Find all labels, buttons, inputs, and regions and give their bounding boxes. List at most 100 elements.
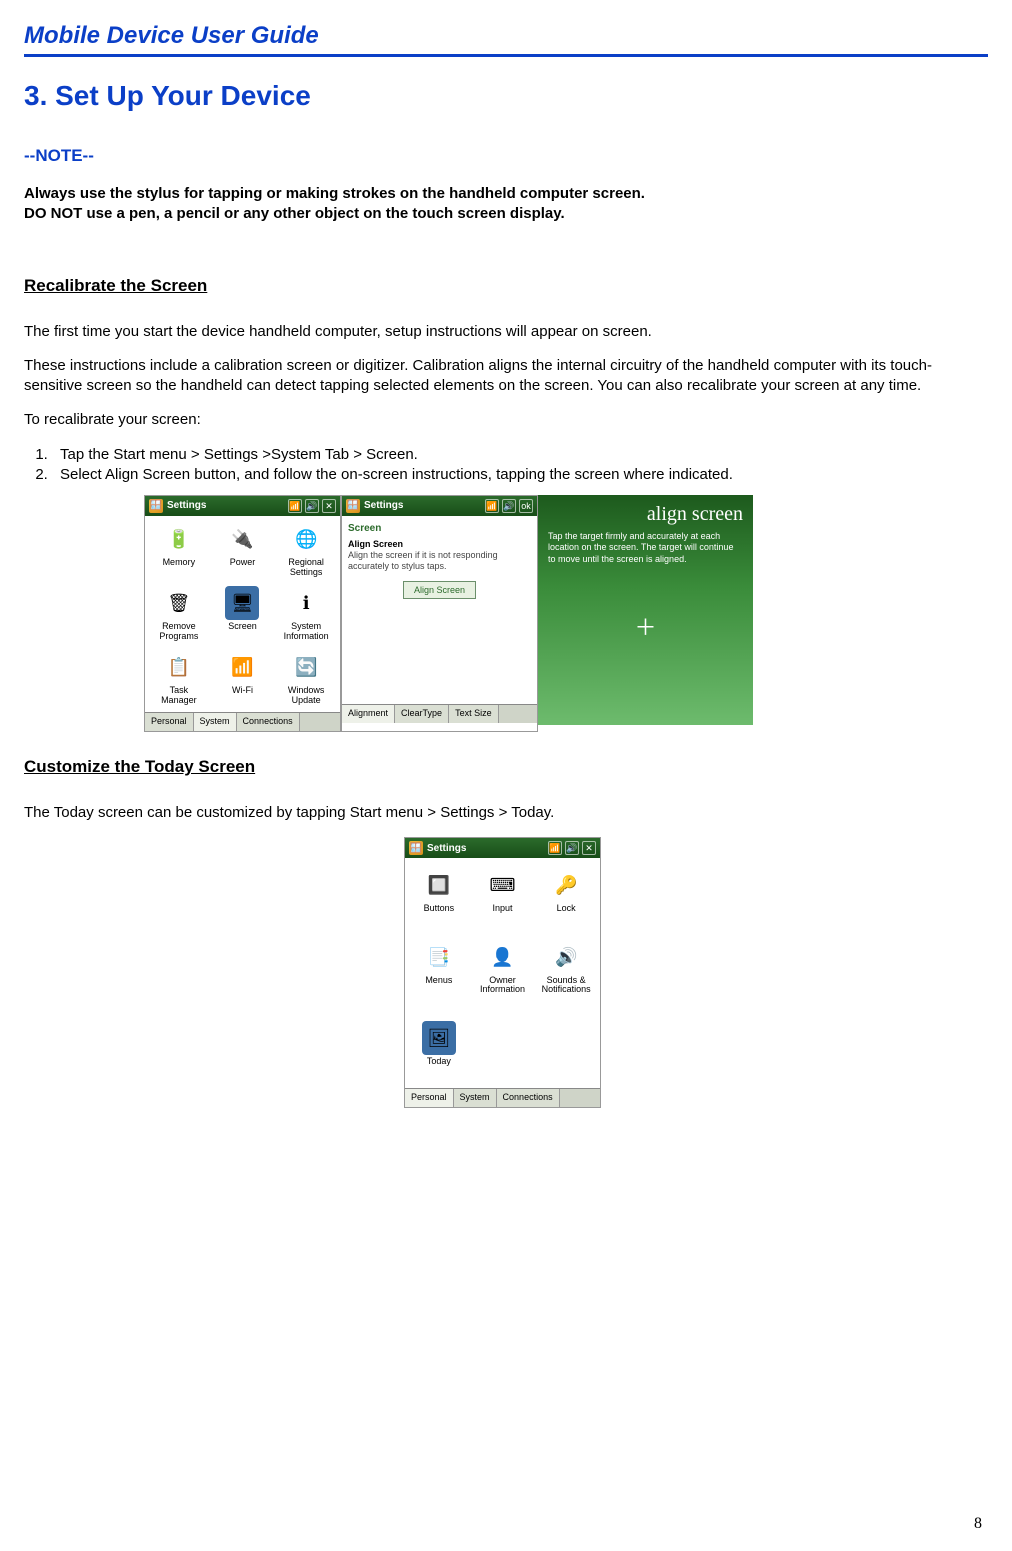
section-today-heading: Customize the Today Screen bbox=[24, 756, 988, 779]
device-align-target[interactable]: align screen Tap the target firmly and a… bbox=[538, 495, 753, 725]
app-sysinfo[interactable]: ℹ System Information bbox=[274, 586, 338, 646]
memory-label: Memory bbox=[163, 558, 196, 567]
signal-icon: 📶 bbox=[548, 841, 562, 855]
tab-personal[interactable]: Personal bbox=[145, 713, 194, 731]
recal-steps: Tap the Start menu > Settings >System Ta… bbox=[24, 445, 988, 486]
recal-para-1: The first time you start the device hand… bbox=[24, 322, 988, 342]
chapter-title: 3. Set Up Your Device bbox=[24, 77, 988, 115]
steps-label: To recalibrate your screen: bbox=[24, 410, 988, 430]
device-settings-personal: 🪟 Settings 📶 🔊 ✕ 🔲 Buttons ⌨Input 🔑 Lock 📑 Men… bbox=[404, 837, 601, 1108]
app-input[interactable]: ⌨Input bbox=[471, 868, 535, 926]
wm-titlebar-2: 🪟 Settings 📶 🔊 ok bbox=[342, 496, 537, 516]
panel-desc: Align the screen if it is not responding… bbox=[348, 550, 531, 572]
menus-label: Menus bbox=[425, 976, 452, 985]
app-buttons[interactable]: 🔲 Buttons bbox=[407, 868, 471, 926]
winup-label: Windows Update bbox=[288, 686, 325, 705]
sysinfo-icon: ℹ bbox=[289, 586, 323, 620]
today-icon: 🖼 bbox=[422, 1021, 456, 1055]
wm-titlebar: 🪟 Settings 📶 🔊 ✕ bbox=[145, 496, 340, 516]
app-winup[interactable]: 🔄 Windows Update bbox=[274, 650, 338, 710]
input-label: Input bbox=[492, 904, 512, 913]
lock-label: Lock bbox=[557, 904, 576, 913]
screen-panel: Screen Align Screen Align the screen if … bbox=[342, 516, 537, 704]
page-number: 8 bbox=[974, 1513, 982, 1535]
panel-sub: Align Screen bbox=[348, 538, 531, 550]
close-icon[interactable]: ✕ bbox=[582, 841, 596, 855]
tab-connections[interactable]: Connections bbox=[237, 713, 300, 731]
panel-heading: Screen bbox=[348, 522, 531, 536]
owner-label: Owner Information bbox=[480, 976, 525, 995]
start-icon[interactable]: 🪟 bbox=[409, 841, 423, 855]
wm-titlebar-3: 🪟 Settings 📶 🔊 ✕ bbox=[405, 838, 600, 858]
note-body: Always use the stylus for tapping or mak… bbox=[24, 184, 988, 225]
app-lock[interactable]: 🔑 Lock bbox=[534, 868, 598, 926]
device-settings-system: 🪟 Settings 📶 🔊 ✕ 🔋 Memory 🔌 Power 🌐 Regional … bbox=[144, 495, 341, 732]
app-remove[interactable]: 🗑 Remove Programs bbox=[147, 586, 211, 646]
tab-connections[interactable]: Connections bbox=[497, 1089, 560, 1107]
tab-text-size[interactable]: Text Size bbox=[449, 705, 499, 723]
crosshair-icon[interactable]: ＋ bbox=[634, 614, 656, 644]
wifi-icon: 📶 bbox=[225, 650, 259, 684]
app-owner[interactable]: 👤 Owner Information bbox=[471, 940, 535, 1007]
app-today[interactable]: 🖼 Today bbox=[407, 1021, 471, 1079]
align-screen-button[interactable]: Align Screen bbox=[403, 581, 476, 599]
buttons-icon: 🔲 bbox=[422, 868, 456, 902]
lock-icon: 🔑 bbox=[549, 868, 583, 902]
start-icon[interactable]: 🪟 bbox=[149, 499, 163, 513]
align-title: align screen bbox=[647, 501, 743, 528]
screen-icon: 🖥 bbox=[225, 586, 259, 620]
tab-alignment[interactable]: Alignment bbox=[342, 705, 395, 723]
screen-label: Screen bbox=[228, 622, 257, 631]
sounds-icon: 🔊 bbox=[549, 940, 583, 974]
doc-header: Mobile Device User Guide bbox=[24, 20, 988, 57]
memory-icon: 🔋 bbox=[162, 522, 196, 556]
power-label: Power bbox=[230, 558, 256, 567]
app-menus[interactable]: 📑 Menus bbox=[407, 940, 471, 1007]
app-task[interactable]: 📋 Task Manager bbox=[147, 650, 211, 710]
buttons-label: Buttons bbox=[424, 904, 455, 913]
note-label: --NOTE-- bbox=[24, 145, 988, 168]
tab-system[interactable]: System bbox=[454, 1089, 497, 1107]
winup-icon: 🔄 bbox=[289, 650, 323, 684]
sounds-label: Sounds & Notifications bbox=[542, 976, 591, 995]
step-1: Tap the Start menu > Settings >System Ta… bbox=[52, 445, 988, 465]
screenshot-row-1: 🪟 Settings 📶 🔊 ✕ 🔋 Memory 🔌 Power 🌐 Regional … bbox=[144, 495, 988, 732]
close-icon[interactable]: ✕ bbox=[322, 499, 336, 513]
signal-icon: 📶 bbox=[288, 499, 302, 513]
today-para: The Today screen can be customized by ta… bbox=[24, 803, 988, 823]
section-recalibrate-heading: Recalibrate the Screen bbox=[24, 275, 988, 298]
regional-icon: 🌐 bbox=[289, 522, 323, 556]
remove-icon: 🗑 bbox=[162, 586, 196, 620]
menus-icon: 📑 bbox=[422, 940, 456, 974]
volume-icon: 🔊 bbox=[565, 841, 579, 855]
app-wifi[interactable]: 📶 Wi-Fi bbox=[211, 650, 275, 710]
app-sounds[interactable]: 🔊 Sounds & Notifications bbox=[534, 940, 598, 1007]
note-line-2: DO NOT use a pen, a pencil or any other … bbox=[24, 204, 988, 224]
signal-icon: 📶 bbox=[485, 499, 499, 513]
app-power[interactable]: 🔌 Power bbox=[211, 522, 275, 582]
tab-cleartype[interactable]: ClearType bbox=[395, 705, 449, 723]
wm-title-2: Settings bbox=[364, 499, 481, 513]
step-2: Select Align Screen button, and follow t… bbox=[52, 465, 988, 485]
sysinfo-label: System Information bbox=[284, 622, 329, 641]
power-icon: 🔌 bbox=[225, 522, 259, 556]
tab-personal[interactable]: Personal bbox=[405, 1089, 454, 1107]
ok-icon[interactable]: ok bbox=[519, 499, 533, 513]
tab-system[interactable]: System bbox=[194, 713, 237, 731]
note-line-1: Always use the stylus for tapping or mak… bbox=[24, 184, 988, 204]
app-memory[interactable]: 🔋 Memory bbox=[147, 522, 211, 582]
start-icon[interactable]: 🪟 bbox=[346, 499, 360, 513]
app-screen[interactable]: 🖥 Screen bbox=[211, 586, 275, 646]
align-text: Tap the target firmly and accurately at … bbox=[548, 531, 743, 565]
wifi-label: Wi-Fi bbox=[232, 686, 253, 695]
app-regional[interactable]: 🌐 Regional Settings bbox=[274, 522, 338, 582]
device-screen-panel: 🪟 Settings 📶 🔊 ok Screen Align Screen Al… bbox=[341, 495, 538, 732]
wm-title-3: Settings bbox=[427, 842, 544, 856]
today-label: Today bbox=[427, 1057, 451, 1066]
remove-label: Remove Programs bbox=[159, 622, 198, 641]
volume-icon: 🔊 bbox=[305, 499, 319, 513]
owner-icon: 👤 bbox=[485, 940, 519, 974]
regional-label: Regional Settings bbox=[288, 558, 324, 577]
task-label: Task Manager bbox=[161, 686, 197, 705]
task-icon: 📋 bbox=[162, 650, 196, 684]
